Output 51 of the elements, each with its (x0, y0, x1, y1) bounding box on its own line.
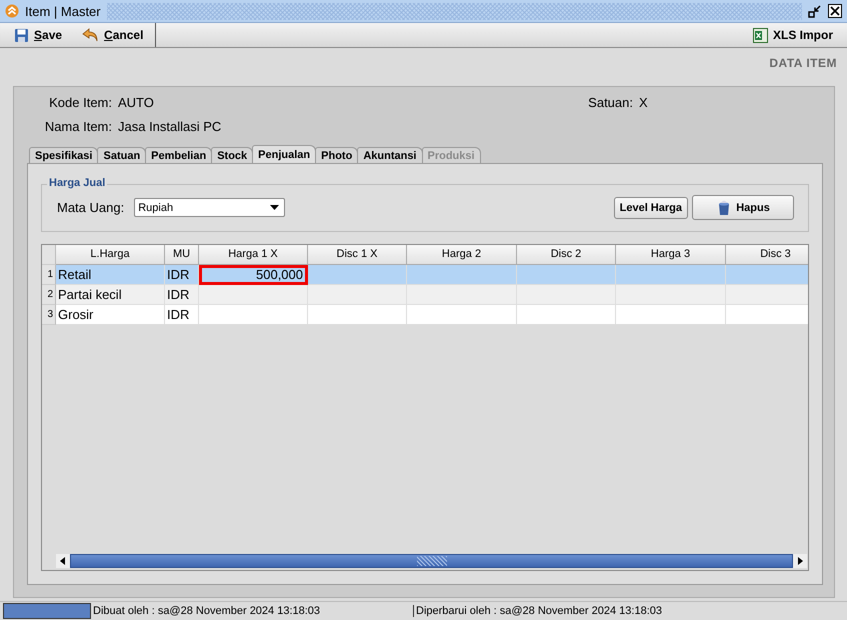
field-value: Jasa Installasi PC (118, 119, 222, 134)
close-icon[interactable] (828, 4, 842, 18)
column-header[interactable]: MU (165, 245, 199, 265)
restore-icon[interactable] (808, 4, 822, 18)
column-header[interactable]: L.Harga (56, 245, 165, 265)
column-header[interactable]: Harga 1 X (199, 245, 308, 265)
undo-arrow-icon (82, 28, 100, 42)
table-cell: IDR (165, 265, 199, 285)
field-value: AUTO (118, 95, 154, 110)
section-title: DATA ITEM (769, 56, 837, 72)
tab[interactable]: Pembelian (145, 147, 212, 163)
tab[interactable]: Penjualan (252, 145, 316, 163)
column-header[interactable]: Harga 3 (616, 245, 726, 265)
table-cell: Partai kecil (56, 285, 165, 305)
row-number: 3 (42, 305, 56, 325)
field-label: Satuan: (588, 95, 634, 110)
field-label: Nama Item: (44, 119, 113, 134)
save-button[interactable]: Save (4, 24, 72, 46)
table-cell: Retail (56, 265, 165, 285)
cancel-button[interactable]: Cancel (72, 24, 154, 46)
group-title: Harga Jual (47, 177, 108, 189)
field-label: Mata Uang: (57, 200, 124, 215)
status-text: Diperbarui oleh : sa@28 November 2024 13:18:03 (416, 605, 662, 617)
field-label: Kode Item: (48, 95, 113, 110)
window-title: Item | Master (25, 4, 101, 18)
status-text: Dibuat oleh : sa@28 November 2024 13:18:03 (93, 605, 414, 617)
column-header[interactable]: Harga 2 (407, 245, 517, 265)
scroll-left-icon[interactable] (56, 554, 70, 568)
column-header[interactable]: Disc 3 (726, 245, 808, 265)
table-cell: 500,000 (199, 265, 308, 285)
spreadsheet-icon (752, 28, 768, 42)
tab[interactable]: Spesifikasi (29, 147, 98, 163)
tab[interactable]: Photo (315, 147, 358, 163)
table-cell: IDR (165, 285, 199, 305)
level-harga-button[interactable]: Level Harga (614, 196, 688, 218)
scroll-right-icon[interactable] (793, 554, 807, 568)
tab[interactable]: Satuan (97, 147, 146, 163)
row-number: 2 (42, 285, 56, 305)
table-cell: IDR (165, 305, 199, 325)
currency-dropdown[interactable]: Rupiah (134, 198, 286, 217)
column-header[interactable]: Disc 2 (517, 245, 616, 265)
field-value: X (639, 95, 649, 110)
table-cell: Grosir (56, 305, 165, 325)
tab[interactable]: Stock (211, 147, 254, 163)
row-number: 1 (42, 265, 56, 285)
column-header[interactable]: Disc 1 X (308, 245, 407, 265)
tab[interactable]: Akuntansi (357, 147, 422, 163)
dropdown-arrow-icon (270, 205, 280, 210)
hapus-button[interactable]: Hapus (692, 195, 794, 220)
xls-import-button[interactable]: XLS Impor (742, 24, 843, 46)
app-logo-icon (5, 4, 19, 18)
